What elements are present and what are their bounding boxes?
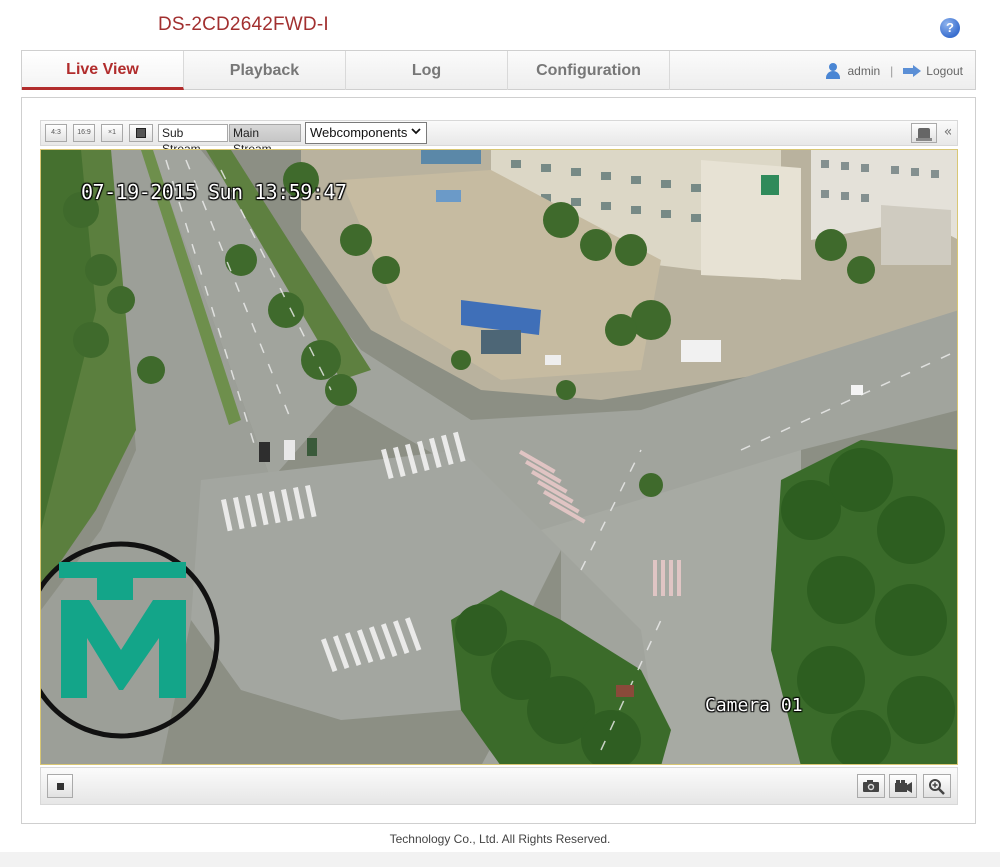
tab-live-view[interactable]: Live View bbox=[22, 51, 184, 90]
record-button[interactable] bbox=[889, 774, 917, 798]
live-view-panel: 4:3 16:9 ×1 Sub Stream Main Stream Webco… bbox=[21, 97, 976, 824]
video-control-bar bbox=[40, 767, 958, 805]
camera-icon bbox=[863, 780, 879, 792]
fit-window-button[interactable] bbox=[129, 124, 153, 142]
capture-button[interactable] bbox=[857, 774, 885, 798]
sub-stream-button[interactable]: Sub Stream bbox=[158, 124, 228, 156]
video-record-icon bbox=[895, 780, 912, 793]
live-video-window[interactable]: 07-19-2015 Sun 13:59:47 Camera 01 bbox=[40, 149, 958, 765]
tab-playback[interactable]: Playback bbox=[184, 51, 346, 90]
footer-copyright: Technology Co., Ltd. All Rights Reserved… bbox=[389, 832, 611, 846]
user-box: admin | Logout bbox=[825, 51, 963, 90]
logout-icon[interactable] bbox=[903, 64, 922, 77]
tab-configuration[interactable]: Configuration bbox=[508, 51, 670, 90]
logout-link[interactable]: Logout bbox=[926, 64, 963, 78]
user-icon bbox=[825, 62, 841, 79]
aspect-16-9-button[interactable]: 16:9 bbox=[73, 124, 95, 142]
fit-window-icon bbox=[136, 128, 146, 138]
plugin-select-value: Webcomponents bbox=[310, 125, 408, 140]
main-nav: Live View Playback Log Configuration adm… bbox=[21, 50, 976, 90]
collapse-panel-button[interactable]: « bbox=[939, 123, 957, 143]
tab-log[interactable]: Log bbox=[346, 51, 508, 90]
help-icon[interactable]: ? bbox=[940, 18, 960, 38]
ptz-control-button[interactable] bbox=[911, 123, 937, 143]
video-frame bbox=[41, 150, 957, 764]
plugin-select[interactable]: Webcomponents bbox=[305, 122, 427, 144]
live-toolbar: 4:3 16:9 ×1 Sub Stream Main Stream Webco… bbox=[40, 120, 958, 156]
osd-camera-name: Camera 01 bbox=[705, 695, 803, 716]
digital-zoom-button[interactable] bbox=[923, 774, 951, 798]
app-root: DS-2CD2642FWD-I ? Live View Playback Log… bbox=[0, 0, 1000, 867]
osd-datetime: 07-19-2015 Sun 13:59:47 bbox=[81, 180, 347, 204]
ptz-camera-base bbox=[916, 138, 932, 141]
zoom-in-icon bbox=[929, 779, 945, 795]
device-model-title: DS-2CD2642FWD-I bbox=[158, 14, 329, 35]
chevron-down-icon bbox=[411, 128, 421, 135]
main-stream-button[interactable]: Main Stream bbox=[229, 124, 301, 156]
original-size-button[interactable]: ×1 bbox=[101, 124, 123, 142]
stop-icon bbox=[57, 783, 64, 790]
aspect-4-3-button[interactable]: 4:3 bbox=[45, 124, 67, 142]
user-separator: | bbox=[890, 63, 894, 78]
username: admin bbox=[847, 63, 881, 78]
ptz-camera-icon bbox=[918, 128, 930, 138]
stop-all-live-button[interactable] bbox=[47, 774, 73, 798]
footer-band bbox=[0, 852, 1000, 867]
